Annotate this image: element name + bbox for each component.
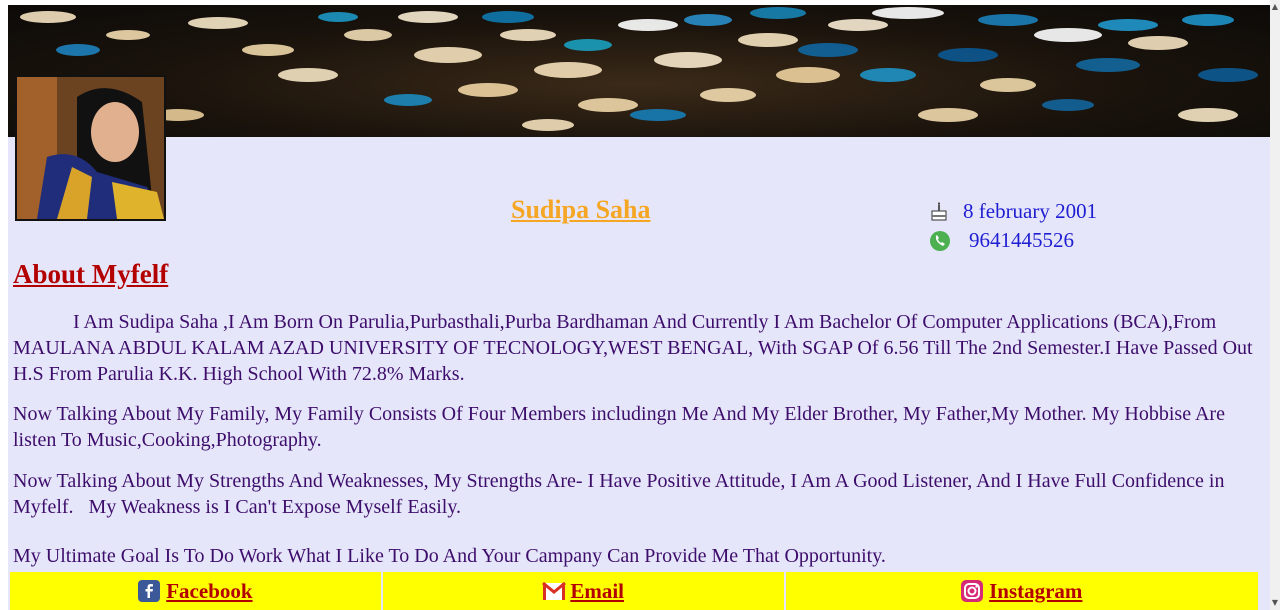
instagram-icon — [961, 580, 984, 602]
about-paragraph-1: I Am Sudipa Saha ,I Am Born On Parulia,P… — [13, 311, 1253, 385]
profile-page: Sudipa Saha 8 february 2001 9641445526 A… — [8, 5, 1270, 610]
facebook-label: Facebook — [166, 578, 253, 603]
gmail-icon — [542, 580, 567, 602]
about-paragraph-4: My Ultimate Goal Is To Do Work What I Li… — [13, 545, 886, 567]
scroll-down-arrow-icon[interactable]: ▼ — [1271, 598, 1279, 608]
profile-name: Sudipa Saha — [511, 195, 651, 224]
about-heading: About Myfelf — [13, 259, 169, 289]
facebook-link[interactable]: Facebook — [10, 572, 383, 610]
scroll-up-arrow-icon[interactable]: ▲ — [1271, 2, 1279, 12]
about-paragraph-3: Now Talking About My Strengths And Weakn… — [13, 470, 1225, 518]
birthday-cake-icon — [929, 201, 949, 223]
email-link[interactable]: Email — [383, 572, 786, 610]
instagram-link[interactable]: Instagram — [786, 572, 1258, 610]
bokeh-banner-image — [8, 5, 1270, 137]
bokeh-lights — [20, 7, 1258, 131]
instagram-label: Instagram — [989, 578, 1083, 603]
email-label: Email — [570, 578, 624, 603]
profile-photo — [15, 75, 166, 221]
vertical-scrollbar[interactable]: ▲ ▼ — [1270, 0, 1280, 610]
dob-row: 8 february 2001 — [929, 199, 1097, 224]
facebook-icon — [138, 580, 161, 602]
about-paragraph-2: Now Talking About My Family, My Family C… — [13, 403, 1225, 451]
dob-text: 8 february 2001 — [963, 199, 1098, 223]
phone-icon — [929, 230, 950, 252]
phone-text: 9641445526 — [969, 228, 1074, 252]
phone-row: 9641445526 — [929, 228, 1074, 253]
social-links-bar: Facebook Email Instagram — [10, 572, 1258, 610]
